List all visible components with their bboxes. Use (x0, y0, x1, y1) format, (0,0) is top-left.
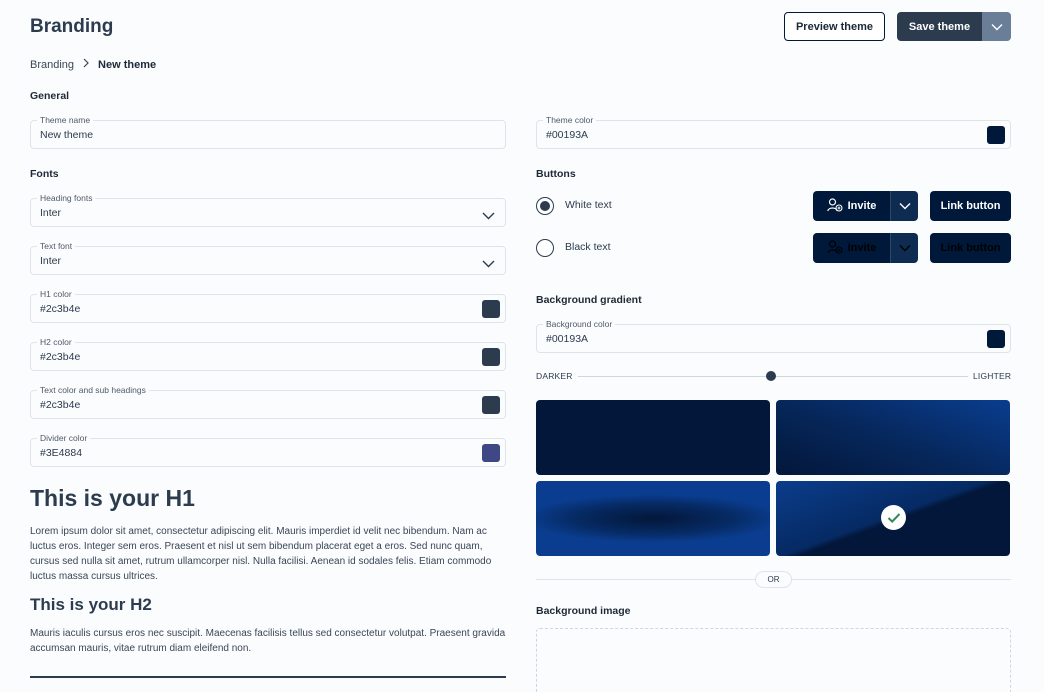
divider-color-swatch[interactable] (482, 444, 500, 462)
preview-theme-button[interactable]: Preview theme (784, 12, 885, 41)
section-background-image: Background image (536, 605, 631, 617)
h2-color-value[interactable]: #2c3b4e (40, 351, 80, 363)
link-button-white[interactable]: Link button (930, 191, 1011, 221)
breadcrumb-current: New theme (98, 58, 157, 71)
save-theme-button[interactable]: Save theme (897, 12, 1011, 41)
black-text-label[interactable]: Black text (565, 241, 611, 253)
slider-lighter-label: LIGHTER (973, 371, 1012, 381)
text-color-label: Text color and sub headings (37, 384, 149, 396)
divider-color-field[interactable]: Divider color #3E4884 (30, 432, 506, 467)
page-title: Branding (30, 16, 114, 37)
h2-color-swatch[interactable] (482, 348, 500, 366)
add-user-icon (826, 197, 843, 215)
gradient-option-diagonal[interactable] (776, 400, 1010, 475)
invite-button-black[interactable]: Invite (813, 233, 918, 263)
breadcrumb-root[interactable]: Branding (30, 59, 74, 71)
black-text-radio[interactable] (536, 239, 554, 257)
checkmark-icon (881, 505, 906, 530)
preview-paragraph-2: Mauris iaculis cursus eros nec suscipit.… (30, 628, 506, 654)
text-color-value[interactable]: #2c3b4e (40, 399, 80, 411)
h2-color-field[interactable]: H2 color #2c3b4e (30, 336, 506, 371)
background-color-value[interactable]: #00193A (546, 333, 588, 345)
section-general: General (30, 90, 70, 102)
divider-color-value[interactable]: #3E4884 (40, 447, 82, 459)
chevron-right-icon (83, 58, 89, 71)
gradient-option-solid[interactable] (536, 400, 770, 475)
chevron-down-icon[interactable] (482, 255, 495, 273)
invite-label: Invite (847, 242, 877, 254)
heading-font-select[interactable]: Heading fonts Inter (30, 192, 506, 227)
section-background-gradient: Background gradient (536, 294, 642, 306)
text-color-field[interactable]: Text color and sub headings #2c3b4e (30, 384, 506, 419)
gradient-option-radial[interactable] (536, 481, 770, 556)
preview-h1: This is your H1 (30, 485, 195, 511)
gradient-option-split[interactable] (776, 481, 1010, 556)
save-theme-label[interactable]: Save theme (897, 12, 982, 41)
slider-darker-label: DARKER (536, 371, 573, 381)
preview-h2: This is your H2 (30, 595, 152, 614)
heading-font-label: Heading fonts (37, 192, 96, 204)
background-color-label: Background color (543, 318, 616, 330)
theme-name-value[interactable]: New theme (40, 129, 93, 141)
divider-color-label: Divider color (37, 432, 91, 444)
background-color-swatch[interactable] (987, 330, 1005, 348)
section-buttons: Buttons (536, 168, 576, 180)
breadcrumb: Branding New theme (30, 58, 156, 71)
white-text-radio[interactable] (536, 197, 554, 215)
h1-color-field[interactable]: H1 color #2c3b4e (30, 288, 506, 323)
section-fonts: Fonts (30, 168, 59, 180)
theme-name-label: Theme name (37, 114, 94, 126)
background-color-field[interactable]: Background color #00193A (536, 318, 1011, 353)
chevron-down-icon[interactable] (982, 12, 1011, 41)
theme-color-value[interactable]: #00193A (546, 129, 588, 141)
chevron-down-icon[interactable] (891, 191, 918, 221)
theme-color-field[interactable]: Theme color #00193A (536, 114, 1011, 149)
top-bar: Branding Preview theme Save theme (30, 12, 1011, 42)
theme-color-label: Theme color (543, 114, 597, 126)
heading-font-value[interactable]: Inter (40, 207, 61, 219)
background-image-dropzone[interactable] (536, 628, 1011, 692)
chevron-down-icon[interactable] (482, 207, 495, 225)
white-text-label[interactable]: White text (565, 199, 612, 211)
preview-divider (30, 676, 506, 678)
chevron-down-icon[interactable] (891, 233, 918, 263)
text-font-select[interactable]: Text font Inter (30, 240, 506, 275)
text-font-value[interactable]: Inter (40, 255, 61, 267)
invite-label: Invite (847, 200, 877, 212)
h2-color-label: H2 color (37, 336, 75, 348)
h1-color-swatch[interactable] (482, 300, 500, 318)
preview-paragraph-1: Lorem ipsum dolor sit amet, consectetur … (30, 526, 492, 582)
add-user-icon (826, 239, 843, 257)
invite-button-white[interactable]: Invite (813, 191, 918, 221)
text-color-swatch[interactable] (482, 396, 500, 414)
h1-color-value[interactable]: #2c3b4e (40, 303, 80, 315)
h1-color-label: H1 color (37, 288, 75, 300)
link-button-black[interactable]: Link button (930, 233, 1011, 263)
theme-color-swatch[interactable] (987, 126, 1005, 144)
text-font-label: Text font (37, 240, 76, 252)
or-label: OR (755, 571, 792, 588)
theme-name-field[interactable]: Theme name New theme (30, 114, 506, 149)
gradient-slider-thumb[interactable] (766, 371, 776, 381)
